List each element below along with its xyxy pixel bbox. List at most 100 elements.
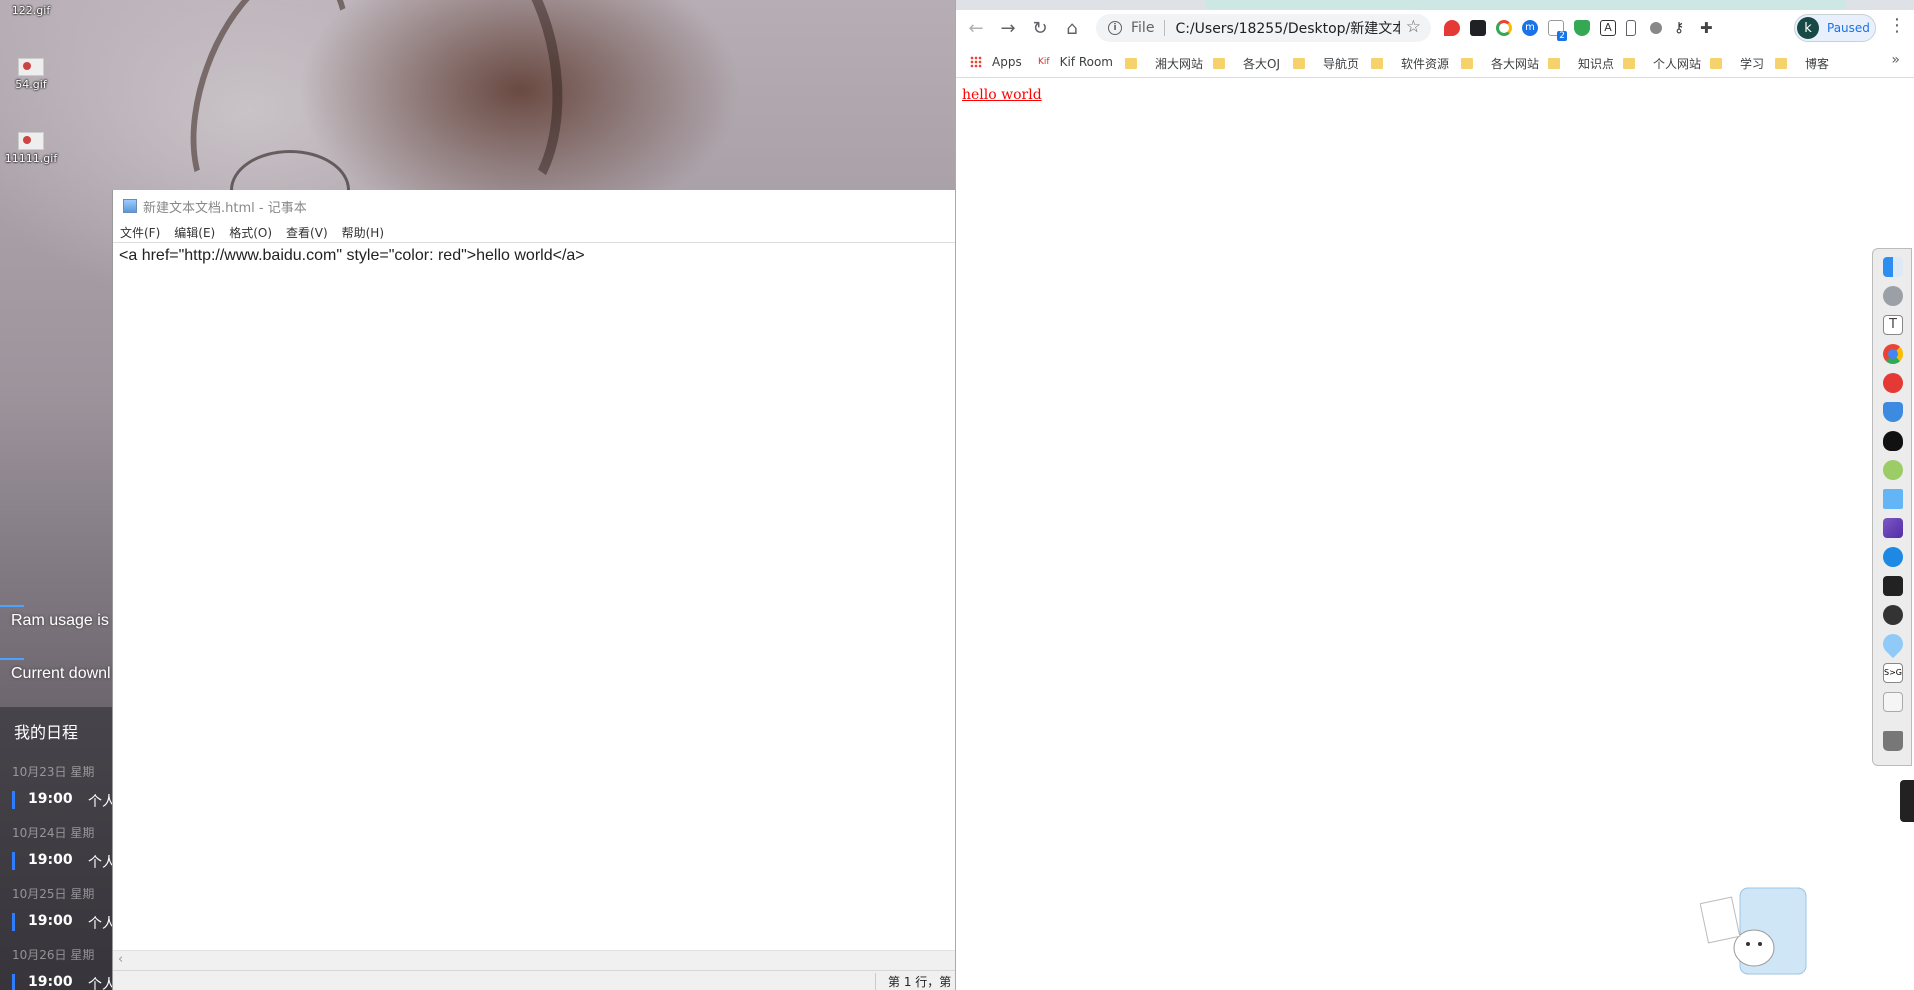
gif-thumbnail-icon [18, 58, 44, 76]
profile-button[interactable]: k Paused [1794, 14, 1876, 42]
trash-icon[interactable] [1883, 731, 1903, 751]
extension-badge: 2 [1557, 31, 1567, 41]
reload-icon[interactable]: ↻ [1024, 12, 1056, 44]
schedule-item[interactable]: 19:00 个人 [12, 850, 113, 872]
folder-icon [1775, 58, 1787, 69]
forward-icon[interactable]: → [992, 12, 1024, 44]
download-text: Current downl [11, 665, 111, 682]
back-icon[interactable]: ← [960, 12, 992, 44]
circle-extension-icon[interactable] [1496, 20, 1512, 36]
menu-view[interactable]: 查看(V) [286, 224, 328, 241]
rocket-icon[interactable] [1883, 286, 1903, 306]
url-scheme: File [1131, 20, 1155, 36]
terminal-icon[interactable] [1883, 576, 1903, 596]
page-content: hello world [956, 79, 1914, 990]
profile-status: Paused [1827, 21, 1870, 35]
home-icon[interactable]: ⌂ [1056, 12, 1088, 44]
drop-icon[interactable] [1878, 629, 1908, 659]
menu-format[interactable]: 格式(O) [229, 224, 272, 241]
desktop-file-icon[interactable]: 54.gif [0, 58, 62, 91]
mask-extension-icon[interactable] [1470, 20, 1486, 36]
dock-handle[interactable] [1900, 780, 1914, 822]
bookmark-folder[interactable]: 个人网站 [1623, 55, 1701, 72]
mascot-sticker [1700, 887, 1807, 975]
folder-icon [1293, 58, 1305, 69]
notepad-window: 新建文本文档.html - 记事本 文件(F) 编辑(E) 格式(O) 查看(V… [112, 190, 970, 990]
menu-file[interactable]: 文件(F) [120, 224, 160, 241]
hello-world-link[interactable]: hello world [962, 87, 1042, 103]
bookmark-folder[interactable]: 各大OJ [1213, 55, 1280, 72]
bookmark-label: 各大网站 [1491, 57, 1540, 71]
menu-edit[interactable]: 编辑(E) [174, 224, 215, 241]
bookmark-kif-room[interactable]: Kif Kif Room [1038, 55, 1113, 69]
puzzle-extensions-icon[interactable]: ✚ [1700, 20, 1716, 36]
schedule-text: 个人 [88, 794, 113, 810]
bookmark-folder[interactable]: 软件资源 [1371, 55, 1449, 72]
unity-icon[interactable] [1883, 605, 1903, 625]
m-extension-icon[interactable]: m [1522, 20, 1538, 36]
schedule-time: 19:00 [28, 791, 73, 807]
shield-extension-icon[interactable] [1574, 20, 1590, 36]
bookmark-label: 软件资源 [1401, 57, 1450, 71]
notepad-titlebar[interactable]: 新建文本文档.html - 记事本 [113, 190, 955, 222]
horizontal-scrollbar[interactable]: ‹ [113, 950, 955, 970]
ram-widget-divider [0, 605, 24, 607]
schedule-time: 19:00 [28, 913, 73, 929]
schedule-title: 我的日程 [14, 723, 79, 742]
menu-help[interactable]: 帮助(H) [342, 224, 384, 241]
tag-extension-icon[interactable] [1444, 20, 1460, 36]
schedule-accent-bar [12, 974, 15, 990]
wechat-icon[interactable] [1883, 460, 1903, 480]
gif-thumbnail-icon [18, 132, 44, 150]
bookmark-folder[interactable]: 各大网站 [1461, 55, 1539, 72]
chrome-icon[interactable] [1883, 344, 1903, 364]
shield-icon[interactable] [1883, 402, 1903, 422]
desktop-file-label: 54.gif [15, 78, 47, 91]
folder-icon [1623, 58, 1635, 69]
bookmark-extension-icon[interactable] [1626, 20, 1636, 36]
bookmarks-overflow-icon[interactable]: » [1891, 52, 1900, 68]
side-dock: T S>G [1872, 248, 1912, 766]
qq-icon[interactable] [1883, 431, 1903, 451]
schedule-accent-bar [12, 913, 15, 931]
a-extension-icon[interactable]: A [1600, 20, 1616, 36]
bookmark-label: 各大OJ [1243, 57, 1280, 71]
bookmark-folder[interactable]: 湘大网站 [1125, 55, 1203, 72]
visual-studio-icon[interactable] [1883, 518, 1903, 538]
notepad-text-area[interactable]: <a href="http://www.baidu.com" style="co… [113, 242, 955, 950]
bookmark-folder[interactable]: 导航页 [1293, 55, 1359, 72]
badge-extension-icon[interactable]: 2 [1548, 20, 1567, 41]
bulb-extension-icon[interactable] [1650, 22, 1662, 34]
reader-icon[interactable] [1883, 547, 1903, 567]
url-text[interactable]: C:/Users/18255/Desktop/新建文本... [1175, 18, 1400, 38]
folder-icon[interactable] [1883, 489, 1903, 509]
typora-icon[interactable]: T [1883, 315, 1903, 335]
notepad-title: 新建文本文档.html - 记事本 [143, 200, 307, 216]
schedule-item[interactable]: 19:00 个人管理课 [12, 972, 113, 990]
scroll-left-icon[interactable]: ‹ [118, 952, 123, 967]
info-icon[interactable]: i [1108, 21, 1122, 35]
netease-music-icon[interactable] [1883, 373, 1903, 393]
schedule-accent-bar [12, 791, 15, 809]
schedule-item[interactable]: 19:00 个人 [12, 911, 113, 933]
more-menu-icon[interactable]: ⋮ [1888, 15, 1906, 36]
notepad-statusbar: 第 1 行，第 66 [113, 970, 970, 990]
finder-icon[interactable] [1883, 257, 1903, 277]
bookmark-folder[interactable]: 博客 [1775, 55, 1829, 72]
active-tab[interactable] [1206, 0, 1846, 10]
key-extension-icon[interactable]: ⚷ [1674, 20, 1690, 36]
schedule-date: 10月23日 星期 [12, 765, 95, 779]
desktop-file-icon[interactable]: 122.gif [0, 4, 62, 17]
svg-icon[interactable]: S>G [1883, 663, 1903, 683]
ram-usage-text: Ram usage is [11, 612, 109, 629]
schedule-item[interactable]: 19:00 个人 [12, 789, 113, 811]
schedule-text: 个人管理课 [88, 977, 113, 990]
address-bar[interactable]: i File C:/Users/18255/Desktop/新建文本... ☆ [1096, 14, 1431, 42]
bookmark-folder[interactable]: 知识点 [1548, 55, 1614, 72]
desktop-file-icon[interactable]: 11111.gif [0, 132, 62, 165]
bookmark-folder[interactable]: 学习 [1710, 55, 1764, 72]
bookmark-star-icon[interactable]: ☆ [1406, 17, 1421, 37]
schedule-text: 个人 [88, 855, 113, 871]
bookmark-apps[interactable]: Apps [970, 55, 1022, 69]
notes-icon[interactable] [1883, 692, 1903, 712]
